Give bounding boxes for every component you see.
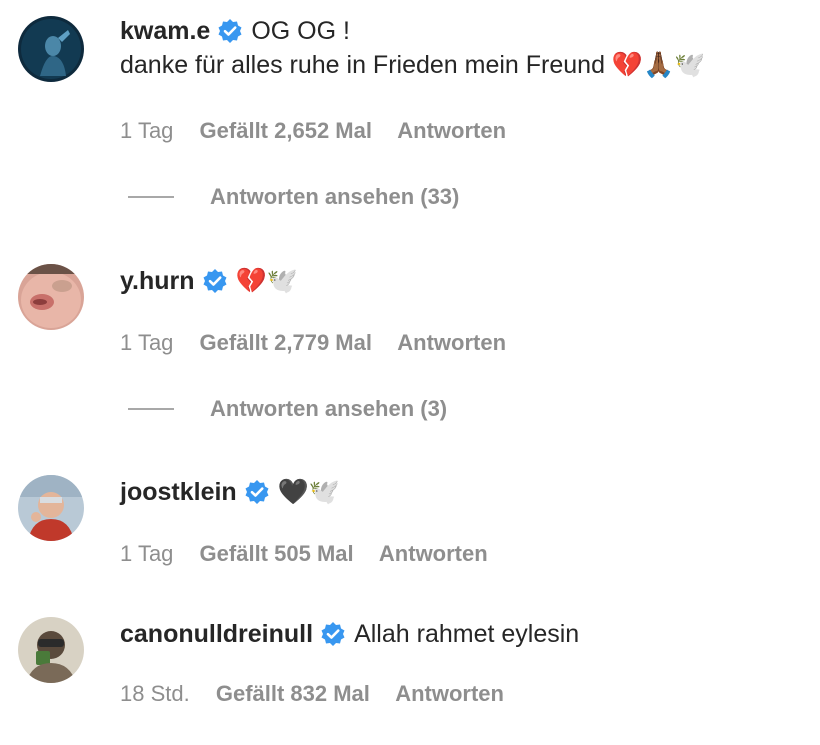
- view-replies-label[interactable]: Antworten ansehen (3): [210, 396, 447, 422]
- comment-body: joostklein 🖤🕊️: [120, 475, 802, 509]
- comment-time[interactable]: 1 Tag: [120, 541, 173, 566]
- comment-item: canonulldreinull Allah rahmet eylesin 18…: [18, 617, 802, 727]
- like-count[interactable]: Gefällt 2,779 Mal: [200, 330, 372, 355]
- comment-text: OG OG !: [251, 17, 350, 45]
- like-count[interactable]: Gefällt 505 Mal: [200, 541, 354, 566]
- reply-button[interactable]: Antworten: [379, 541, 488, 566]
- divider-line: [128, 196, 174, 198]
- view-replies-label[interactable]: Antworten ansehen (33): [210, 184, 459, 210]
- view-replies-button[interactable]: Antworten ansehen (33): [120, 184, 459, 210]
- username[interactable]: kwam.e: [120, 14, 210, 48]
- avatar[interactable]: [18, 264, 84, 330]
- verified-badge-icon: [320, 621, 346, 647]
- comment-header: joostklein 🖤🕊️: [120, 475, 802, 509]
- comment-meta: 1 Tag Gefällt 2,652 Mal Antworten: [120, 118, 526, 144]
- reply-button[interactable]: Antworten: [395, 681, 504, 706]
- comment-item: y.hurn 💔🕊️ 1 Tag Gefällt 2,779 Mal Antwo…: [18, 264, 802, 434]
- verified-badge-icon: [244, 479, 270, 505]
- username[interactable]: joostklein: [120, 475, 237, 509]
- comment-header: y.hurn 💔🕊️: [120, 264, 802, 298]
- comment-text: 🖤🕊️: [277, 478, 340, 506]
- avatar[interactable]: [18, 475, 84, 541]
- like-count[interactable]: Gefällt 832 Mal: [216, 681, 370, 706]
- comment-body: y.hurn 💔🕊️: [120, 264, 802, 298]
- comment-body: kwam.e OG OG ! danke für alles ruhe in F…: [120, 14, 802, 82]
- like-count[interactable]: Gefällt 2,652 Mal: [200, 118, 372, 143]
- comment-meta: 1 Tag Gefällt 2,779 Mal Antworten: [120, 330, 526, 356]
- comment-time[interactable]: 1 Tag: [120, 330, 173, 355]
- comment-text-line2: danke für alles ruhe in Frieden mein Fre…: [120, 51, 706, 79]
- reply-button[interactable]: Antworten: [397, 330, 506, 355]
- view-replies-button[interactable]: Antworten ansehen (3): [120, 396, 447, 422]
- username[interactable]: canonulldreinull: [120, 617, 313, 651]
- verified-badge-icon: [217, 18, 243, 44]
- avatar[interactable]: [18, 16, 84, 82]
- comment-text: 💔🕊️: [235, 267, 298, 295]
- comment-header: canonulldreinull Allah rahmet eylesin: [120, 617, 802, 651]
- comment-header: kwam.e OG OG !: [120, 14, 802, 48]
- comment-meta: 1 Tag Gefällt 505 Mal Antworten: [120, 541, 508, 567]
- comment-body: canonulldreinull Allah rahmet eylesin: [120, 617, 802, 651]
- avatar[interactable]: [18, 617, 84, 683]
- comment-time[interactable]: 1 Tag: [120, 118, 173, 143]
- comment-time[interactable]: 18 Std.: [120, 681, 190, 706]
- verified-badge-icon: [202, 268, 228, 294]
- username[interactable]: y.hurn: [120, 264, 195, 298]
- comment-text: Allah rahmet eylesin: [354, 620, 580, 648]
- comment-meta: 18 Std. Gefällt 832 Mal Antworten: [120, 681, 524, 707]
- divider-line: [128, 408, 174, 410]
- comment-item: joostklein 🖤🕊️ 1 Tag Gefällt 505 Mal Ant…: [18, 475, 802, 585]
- comment-item: kwam.e OG OG ! danke für alles ruhe in F…: [18, 14, 802, 224]
- reply-button[interactable]: Antworten: [397, 118, 506, 143]
